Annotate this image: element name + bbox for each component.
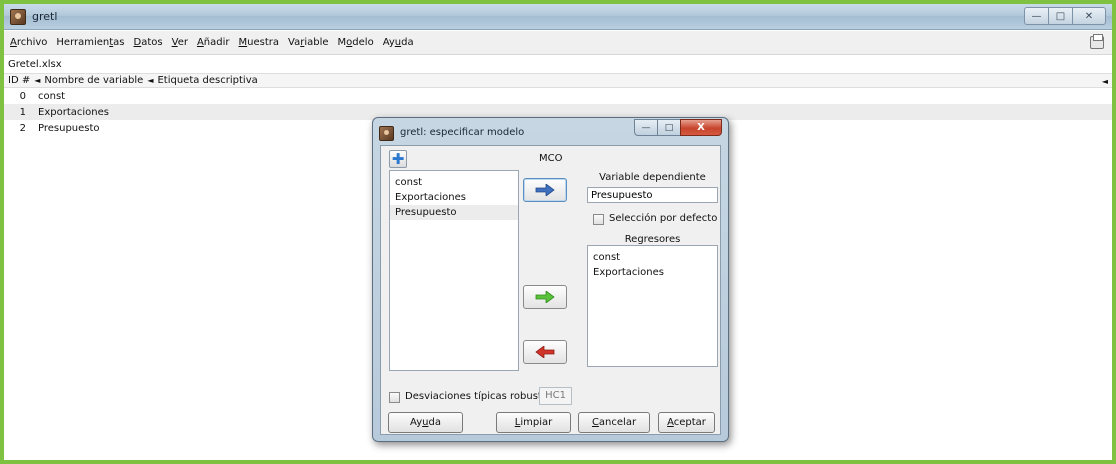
list-item[interactable]: Exportaciones [588,265,717,280]
close-button[interactable]: ✕ [1072,7,1106,25]
cancel-button[interactable]: Cancelar [578,412,650,433]
window-title: gretl [32,10,58,23]
menu-modelo[interactable]: Modelo [338,37,374,48]
default-selection-label: Selección por defecto [609,213,718,224]
sort-left-icon: ◄ [147,76,154,85]
file-name: Gretel.xlsx [8,59,62,70]
menu-ver[interactable]: Ver [172,37,188,48]
regressors-list[interactable]: const Exportaciones [587,245,718,367]
header-id[interactable]: ID # [8,75,30,86]
sort-left-icon: ◄ [34,76,41,85]
remove-regressor-button[interactable] [523,340,567,364]
robust-errors-label: Desviaciones típicas robustas [405,391,554,402]
accept-button[interactable]: Aceptar [658,412,715,433]
dialog-minimize-button[interactable]: — [634,119,658,136]
row-name: Exportaciones [38,106,109,118]
dialog-close-button[interactable]: X [680,119,722,136]
title-bar: gretl — □ ✕ [4,4,1112,30]
row-id: 2 [19,122,26,134]
available-variables-list[interactable]: const Exportaciones Presupuesto [389,170,519,371]
clear-button[interactable]: Limpiar [496,412,571,433]
help-button[interactable]: Ayuda [388,412,463,433]
dialog-window-controls: — □ X [634,119,722,136]
add-regressor-button[interactable] [523,285,567,309]
regressors-label: Regresores [624,234,681,245]
list-item[interactable]: const [588,250,717,265]
arrow-right-green-icon [535,291,555,303]
menu-variable[interactable]: Variable [288,37,329,48]
print-icon[interactable] [1090,34,1104,49]
default-selection-checkbox[interactable] [593,214,604,225]
estimator-label: MCO [539,153,563,164]
scroll-left-icon[interactable]: ◄ [1102,74,1108,89]
gretl-app-icon [10,9,26,25]
dialog-maximize-button[interactable]: □ [657,119,681,136]
menu-ayuda[interactable]: Ayuda [383,37,414,48]
arrow-left-red-icon [535,346,555,358]
row-id: 0 [19,90,26,102]
maximize-button[interactable]: □ [1048,7,1073,25]
row-id: 1 [19,106,26,118]
table-row[interactable]: 0 const [4,88,1112,104]
set-dependent-button[interactable] [523,178,567,202]
minimize-button[interactable]: — [1024,7,1049,25]
menu-datos[interactable]: Datos [134,37,163,48]
list-item[interactable]: Presupuesto [390,205,518,220]
dialog-body: ✚ MCO const Exportaciones Presupuesto Va… [380,145,721,435]
row-name: const [38,90,66,102]
dependent-variable-field[interactable] [587,187,718,203]
list-item[interactable]: Exportaciones [390,190,518,205]
gretl-app-icon [379,126,394,141]
list-item[interactable]: const [390,175,518,190]
menu-muestra[interactable]: Muestra [239,37,280,48]
plus-icon: ✚ [391,149,405,168]
menu-bar: Archivo Herramientas Datos Ver Añadir Mu… [4,31,1112,55]
dependent-variable-label: Variable dependiente [599,172,706,183]
specify-model-dialog: gretl: especificar modelo — □ X ✚ MCO co… [372,117,729,442]
window-controls: — □ ✕ [1024,7,1106,25]
robust-type-selector[interactable]: HC1 [539,387,572,405]
menu-archivo[interactable]: Archivo [10,37,47,48]
arrow-right-blue-icon [535,184,555,196]
dialog-title: gretl: especificar modelo [400,127,525,138]
header-label[interactable]: Etiqueta descriptiva [157,75,257,86]
menu-herramientas[interactable]: Herramientas [56,37,124,48]
robust-errors-checkbox[interactable] [389,392,400,403]
menu-anadir[interactable]: Añadir [197,37,230,48]
add-variable-button[interactable]: ✚ [389,150,407,168]
variable-list-header: ID # ◄ Nombre de variable ◄ Etiqueta des… [4,73,1112,88]
header-name[interactable]: Nombre de variable [44,75,143,86]
row-name: Presupuesto [38,122,100,134]
